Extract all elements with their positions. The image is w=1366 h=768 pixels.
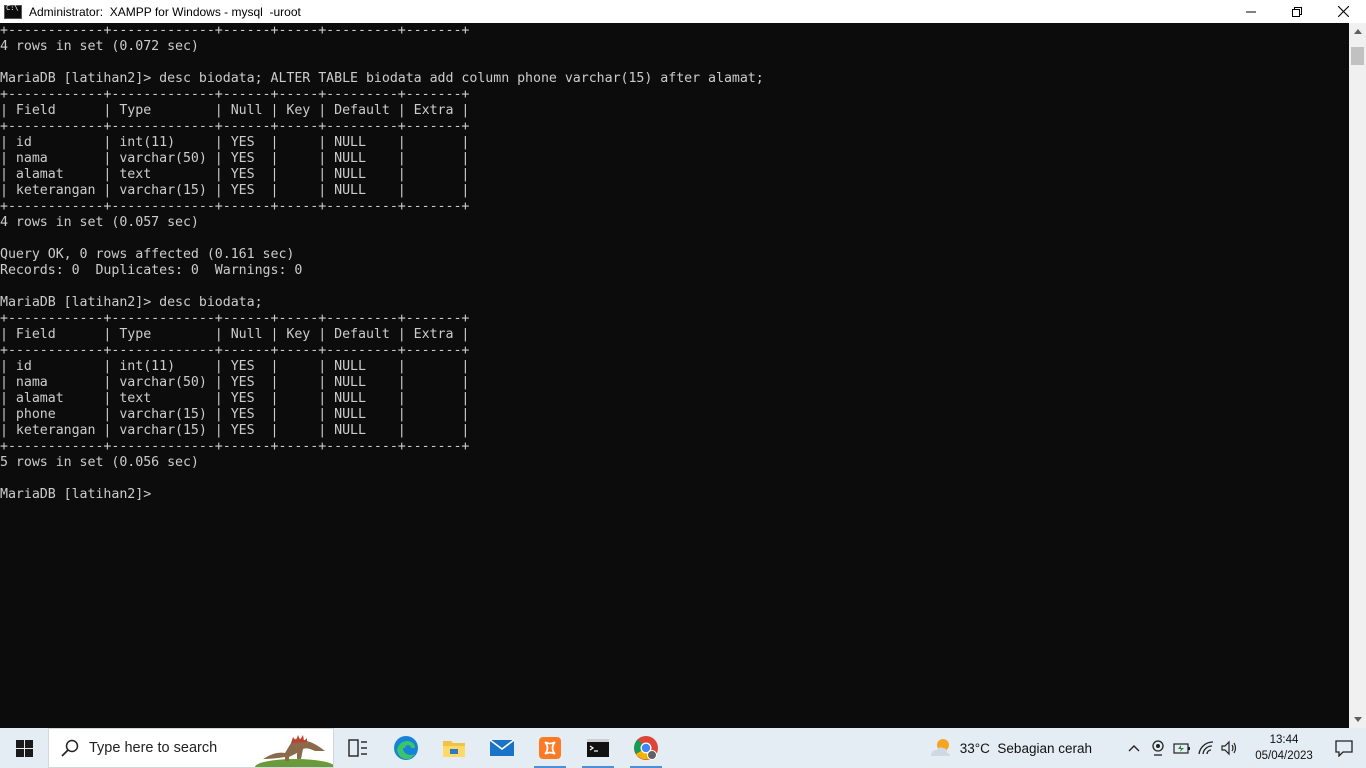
tray-network[interactable] <box>1194 728 1218 768</box>
restore-icon <box>1292 6 1302 17</box>
xampp-icon <box>539 737 561 759</box>
chevron-down-icon <box>1353 717 1362 722</box>
taskbar-clock[interactable]: 13:44 05/04/2023 <box>1246 732 1322 764</box>
notification-icon <box>1335 739 1353 757</box>
taskbar: Type here to search 33°C Sebagian cerah … <box>0 728 1366 768</box>
terminal-icon <box>587 739 609 757</box>
weather-condition: Sebagian cerah <box>997 740 1092 756</box>
scroll-up-button[interactable] <box>1349 23 1366 40</box>
minimize-button[interactable] <box>1228 0 1274 23</box>
close-button[interactable] <box>1320 0 1366 23</box>
window-title: Administrator: XAMPP for Windows - mysql… <box>29 4 301 19</box>
taskbar-edge[interactable] <box>382 728 430 768</box>
console-app-icon <box>4 4 22 19</box>
show-hidden-icons-button[interactable] <box>1122 728 1146 768</box>
clock-date: 05/04/2023 <box>1255 750 1313 762</box>
taskbar-mail[interactable] <box>478 728 526 768</box>
weather-temperature: 33°C <box>959 740 990 756</box>
clock-time: 13:44 <box>1269 734 1299 746</box>
file-explorer-icon <box>443 741 465 757</box>
chrome-icon <box>634 736 658 760</box>
console-text: +------------+-------------+------+-----… <box>0 23 764 502</box>
close-icon <box>1337 6 1349 17</box>
webcam-icon <box>1152 740 1164 756</box>
console-output[interactable]: +------------+-------------+------+-----… <box>0 23 1349 728</box>
edge-icon <box>394 736 418 760</box>
search-placeholder: Type here to search <box>89 740 218 756</box>
dinosaur-search-highlight-icon <box>255 735 333 767</box>
wifi-icon <box>1198 741 1214 755</box>
battery-charging-icon <box>1173 743 1190 754</box>
tray-webcam[interactable] <box>1146 728 1170 768</box>
taskbar-xampp[interactable] <box>526 728 574 768</box>
mail-icon <box>489 739 515 756</box>
taskbar-chrome[interactable] <box>622 728 670 768</box>
task-view-icon <box>348 739 367 757</box>
tray-volume[interactable] <box>1218 728 1242 768</box>
taskbar-file-explorer[interactable] <box>430 728 478 768</box>
minimize-icon <box>1246 11 1256 12</box>
tray-battery[interactable] <box>1170 728 1194 768</box>
notification-center-button[interactable] <box>1322 728 1366 768</box>
window-controls <box>1228 0 1366 23</box>
search-icon <box>61 739 79 757</box>
weather-sun-cloud-icon[interactable] <box>928 736 954 760</box>
weather-readout[interactable]: 33°C Sebagian cerah <box>960 741 1092 756</box>
scroll-down-button[interactable] <box>1349 711 1366 728</box>
taskbar-terminal[interactable] <box>574 728 622 768</box>
restore-button[interactable] <box>1274 0 1320 23</box>
task-view-button[interactable] <box>334 728 382 768</box>
windows-logo-icon <box>15 739 33 757</box>
system-tray: 33°C Sebagian cerah 13:44 05/04/2023 <box>928 728 1366 768</box>
title-bar[interactable]: Administrator: XAMPP for Windows - mysql… <box>0 0 1366 23</box>
vertical-scrollbar[interactable] <box>1349 23 1366 728</box>
scroll-thumb[interactable] <box>1351 47 1364 65</box>
start-button[interactable] <box>0 728 48 768</box>
taskbar-search-box[interactable]: Type here to search <box>48 728 334 768</box>
speaker-icon <box>1221 740 1237 756</box>
chevron-up-icon <box>1128 745 1140 752</box>
chevron-up-icon <box>1353 29 1362 34</box>
